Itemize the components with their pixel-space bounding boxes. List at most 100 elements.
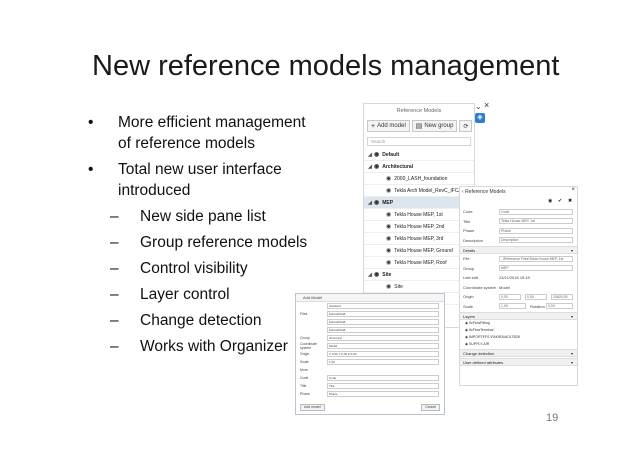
eye-icon[interactable]: ◉ — [386, 223, 391, 230]
layer-item[interactable]: IMPORTEFS \FAKIRA\AOLTB28 — [460, 334, 577, 341]
tree-group-row[interactable]: ◢ ◉ Default — [364, 149, 474, 161]
rotation-field[interactable]: 0,00 — [546, 303, 573, 310]
dialog-row-label: Origin — [300, 352, 310, 356]
check-icon[interactable]: ✔ — [558, 198, 562, 204]
add-model-confirm-button[interactable]: Add model — [300, 404, 325, 411]
dialog-row: More — [296, 366, 444, 374]
sub-bullet: Group reference models — [110, 232, 318, 253]
dialog-field[interactable]: ParcalsStrt8 — [327, 319, 439, 325]
scale-field[interactable]: 1,00 — [499, 303, 526, 310]
eye-icon[interactable]: ◉ — [386, 283, 391, 290]
plus-icon: + — [371, 122, 376, 130]
dialog-row-label: Files — [300, 312, 308, 316]
folder-icon: ▤ — [415, 123, 423, 130]
description-field[interactable]: Description — [499, 237, 573, 244]
eye-icon[interactable]: ◉ — [386, 259, 391, 266]
layers-section[interactable]: Layers — [460, 312, 577, 320]
dialog-row-label: Code — [300, 376, 309, 380]
dialog-field[interactable]: Title — [327, 383, 439, 389]
phase-field[interactable]: Phase — [499, 227, 573, 234]
dialog-field[interactable]: ParcalsStrt8 — [327, 327, 439, 333]
dialog-field[interactable]: X 0,00 Y 0,00 Z 0,00 — [327, 351, 439, 357]
tree-row-label: Architectural — [382, 163, 414, 170]
title-field[interactable]: Tekla House MEP, 1st — [499, 218, 573, 225]
dialog-field[interactable]: Structural — [327, 335, 439, 341]
dialog-footer: Add model Cancel — [300, 404, 440, 411]
expand-arrow-icon[interactable]: ◢ — [366, 164, 374, 170]
tree-group-row[interactable]: ◢ ◉ Site — [364, 269, 474, 281]
eye-icon[interactable]: ◉ — [374, 151, 379, 158]
code-field[interactable]: Code — [499, 208, 573, 215]
tree-row-label: Tekla House MEP, Ground — [394, 247, 453, 254]
dialog-field[interactable]: standard — [327, 303, 439, 309]
sub-bullet: Works with Organizer — [110, 336, 318, 357]
tree-group-row[interactable]: ◢ ◉ Architectural — [364, 161, 474, 173]
sub-bullet: Layer control — [110, 284, 318, 305]
eye-icon[interactable]: ◉ — [386, 235, 391, 242]
dialog-row: Files ParcalsStrt8 — [296, 310, 444, 318]
details-toolbar: ◉ ✔ ✖ — [460, 197, 577, 207]
layer-item[interactable]: SUPPLY-AIR — [460, 341, 577, 348]
tree-row-label: 2000_LASH_foundation — [394, 175, 448, 182]
search-input[interactable]: Search — [367, 137, 471, 146]
tree-model-row[interactable]: ◉ Tekla House MEP, 2nd — [364, 221, 474, 233]
details-section[interactable]: Details — [460, 246, 577, 254]
dialog-row-label: Title — [300, 384, 307, 388]
expand-arrow-icon[interactable]: ◢ — [366, 200, 374, 206]
eye-icon[interactable]: ◉ — [374, 271, 379, 278]
reference-models-button[interactable]: ◈ — [475, 113, 485, 123]
tree-row-label: MEP — [382, 199, 394, 206]
origin-z[interactable]: 20820,00 — [551, 293, 573, 300]
close-icon[interactable]: × — [571, 187, 575, 193]
dialog-field[interactable]: Code — [327, 375, 439, 381]
file-field[interactable]: ..\Reference Files\Tekla House MEP, 1st — [499, 255, 573, 262]
chevron-down-icon[interactable]: ⌄ — [475, 102, 482, 111]
tree-model-row[interactable]: ◉ Tekla House MEP, 3rd — [364, 233, 474, 245]
eye-icon[interactable]: ◉ — [386, 175, 391, 182]
group-select[interactable]: MEP — [499, 265, 573, 272]
expand-arrow-icon[interactable]: ◢ — [366, 272, 374, 278]
tree-model-row[interactable]: ◉ Tekla House MEP, 1st — [364, 209, 474, 221]
cancel-button[interactable]: Cancel — [421, 404, 440, 411]
dialog-field[interactable]: Model — [327, 343, 439, 349]
eye-icon[interactable]: ◉ — [386, 187, 391, 194]
dialog-row: Code Code — [296, 374, 444, 382]
origin-y[interactable]: 0,00 — [525, 293, 547, 300]
coord-value: Model — [499, 284, 510, 290]
add-model-button[interactable]: + Add model — [367, 120, 410, 132]
delete-icon[interactable]: ✖ — [568, 198, 572, 204]
change-detection-section[interactable]: Change detection — [460, 349, 577, 357]
user-attributes-section[interactable]: User defined attributes — [460, 358, 577, 366]
dialog-row: Origin X 0,00 Y 0,00 Z 0,00 — [296, 350, 444, 358]
tree-model-row[interactable]: ◉ Tekla House MEP, Ground — [364, 245, 474, 257]
refresh-button[interactable]: ⟳ — [459, 120, 473, 132]
tree-row-label: Site — [394, 283, 403, 290]
tree-group-row[interactable]: ◢ ◉ MEP — [364, 197, 474, 209]
tree-model-row[interactable]: ◉ Tekla House MEP, Roof — [364, 257, 474, 269]
origin-x[interactable]: 0,00 — [499, 293, 521, 300]
eye-icon[interactable]: ◉ — [374, 199, 379, 206]
layer-item[interactable]: IfcFlowTerminal — [460, 327, 577, 334]
dialog-field[interactable]: Phase — [327, 391, 439, 397]
tree-model-row[interactable]: ◉ 2000_LASH_foundation — [364, 173, 474, 185]
dialog-field[interactable]: ParcalsStrt8 — [327, 311, 439, 317]
eye-icon[interactable]: ◉ — [548, 198, 552, 204]
details-title: Reference Models — [465, 189, 506, 195]
tree-row-label: Site — [382, 271, 392, 278]
dialog-row: ParcalsStrt8 — [296, 318, 444, 326]
expand-arrow-icon[interactable]: ◢ — [366, 152, 374, 158]
dialog-field[interactable]: 1,00 — [327, 359, 439, 365]
dialog-title: Add Model — [296, 294, 444, 302]
eye-icon[interactable]: ◉ — [386, 247, 391, 254]
tree-model-row[interactable]: ◉ Tekla Arch Model_RevC_IFC/sheng — [364, 185, 474, 197]
close-icon[interactable]: × — [484, 100, 489, 110]
bullet-list: More efficient management of reference m… — [88, 112, 318, 362]
eye-icon[interactable]: ◉ — [386, 211, 391, 218]
dialog-row: standard — [296, 302, 444, 310]
new-group-button[interactable]: ▤ New group — [411, 120, 458, 132]
dialog-row-label: Scale — [300, 360, 309, 364]
eye-icon[interactable]: ◉ — [374, 163, 379, 170]
tree-model-row[interactable]: ◉ Site — [364, 281, 474, 293]
dialog-row: ParcalsStrt8 — [296, 326, 444, 334]
layer-item[interactable]: IfcFlowFitting — [460, 320, 577, 327]
